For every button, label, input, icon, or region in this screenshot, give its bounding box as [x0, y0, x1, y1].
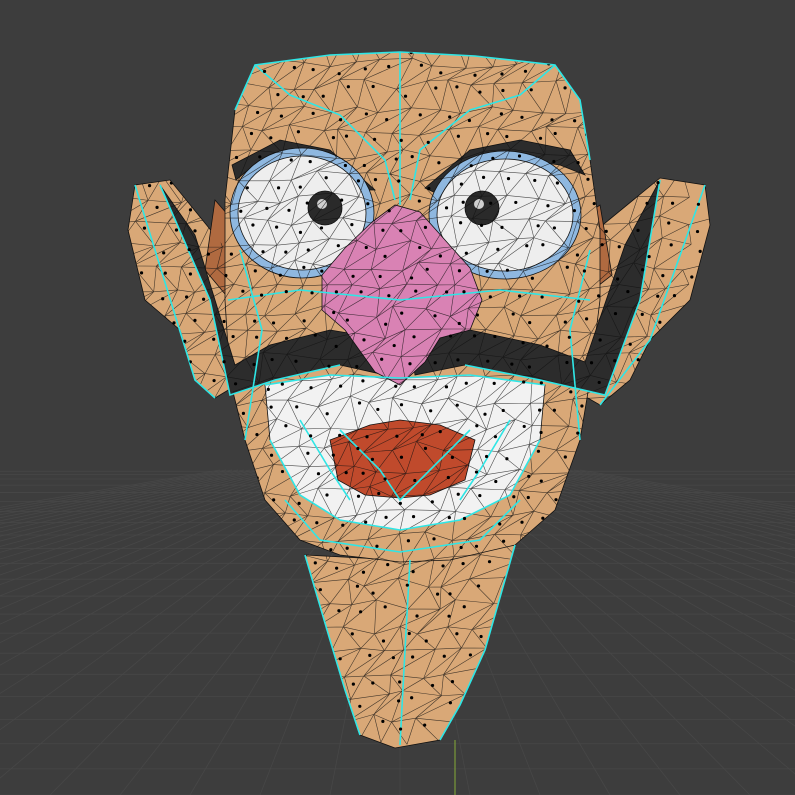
- 3d-viewport[interactable]: [0, 0, 795, 795]
- mesh-chin[interactable]: [304, 544, 516, 749]
- mesh-object-head[interactable]: [104, 35, 725, 755]
- viewport-canvas[interactable]: [0, 0, 795, 795]
